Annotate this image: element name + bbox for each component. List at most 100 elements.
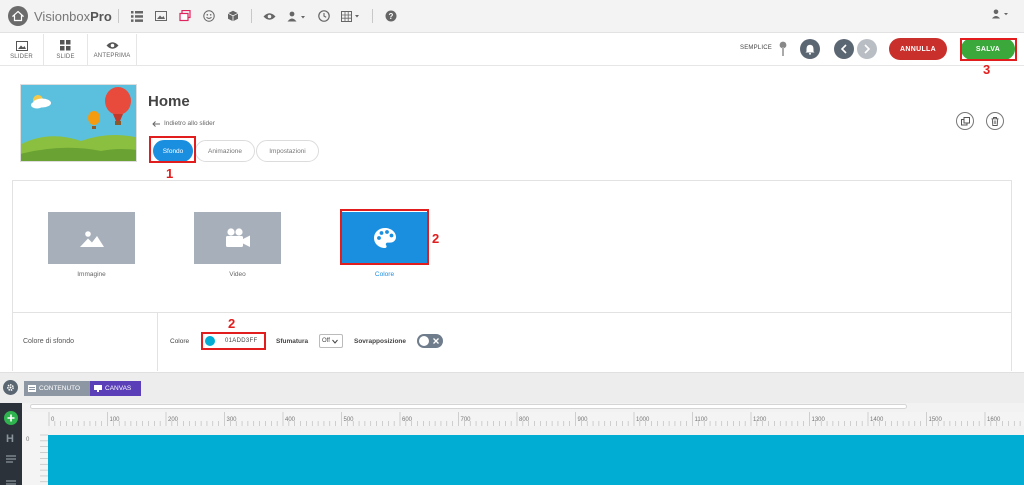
clock-icon[interactable] <box>314 6 334 26</box>
gear-icon <box>7 384 14 391</box>
ruler-label: 600 <box>402 417 413 423</box>
ruler-label: 1100 <box>695 417 709 423</box>
toolbar-preview-label: ANTEPRIMA <box>93 53 131 59</box>
chevron-right-icon <box>864 44 871 54</box>
highlight-color-field <box>201 332 266 350</box>
add-layer-button[interactable] <box>4 411 18 425</box>
delete-button[interactable] <box>986 112 1004 130</box>
ruler-label: 900 <box>578 417 589 423</box>
close-icon <box>433 338 439 344</box>
cancel-button[interactable]: ANNULLA <box>889 38 947 60</box>
gradient-select[interactable]: Off <box>319 334 343 348</box>
step-1-marker: 1 <box>166 166 174 181</box>
color-label: Colore <box>170 338 190 345</box>
tab-settings[interactable]: Impostazioni <box>256 140 319 162</box>
toolbar-slider-label: SLIDER <box>10 53 33 60</box>
grid-icon[interactable] <box>338 6 364 26</box>
text-layer-icon[interactable] <box>6 455 16 464</box>
background-panel <box>12 180 1012 371</box>
slide-thumbnail[interactable] <box>20 84 137 162</box>
ruler-label: 300 <box>227 417 238 423</box>
mode-label: SEMPLICE <box>740 45 772 51</box>
ruler-label: 400 <box>285 417 296 423</box>
toolbar-slide-label: SLIDE <box>56 54 75 60</box>
toolbar-preview-button[interactable]: ANTEPRIMA <box>88 34 137 66</box>
copy-icon <box>960 116 970 125</box>
plus-icon <box>7 414 15 422</box>
highlight-color-option <box>340 209 429 265</box>
bell-icon <box>805 44 815 55</box>
next-button[interactable] <box>857 39 877 59</box>
row-divider <box>157 313 158 371</box>
step-2b-marker: 2 <box>228 316 236 331</box>
user-menu[interactable] <box>992 9 1010 19</box>
eye-icon[interactable] <box>260 6 280 26</box>
help-icon[interactable]: ? <box>381 6 401 26</box>
duplicate-button[interactable] <box>956 112 974 130</box>
user-group-icon[interactable] <box>284 6 310 26</box>
ruler-label: 1000 <box>636 417 650 423</box>
editor-settings-button[interactable] <box>3 380 18 395</box>
grid-icon <box>60 40 71 51</box>
layers-icon[interactable] <box>175 6 195 26</box>
list-icon[interactable] <box>127 6 147 26</box>
more-layers-icon[interactable] <box>6 480 16 485</box>
horizontal-scrollbar[interactable] <box>30 404 907 409</box>
toolbar-divider <box>250 9 252 23</box>
image-icon <box>15 40 28 51</box>
ruler-label: 100 <box>110 417 121 423</box>
toolbar-divider <box>371 9 373 23</box>
trash-icon <box>991 116 999 126</box>
highlight-save <box>960 38 1017 61</box>
ruler-label: 1400 <box>870 417 884 423</box>
ruler-label: 800 <box>519 417 530 423</box>
slide-canvas[interactable] <box>48 435 1024 485</box>
user-icon <box>992 9 1008 19</box>
tab-canvas[interactable]: CANVAS <box>90 381 141 396</box>
overlay-toggle[interactable] <box>417 334 443 348</box>
page-title: Home <box>148 93 190 110</box>
ruler-label: 1600 <box>987 417 1001 423</box>
tab-animation[interactable]: Animazione <box>195 140 255 162</box>
notifications-button[interactable] <box>800 39 820 59</box>
toolbar-slide-button[interactable]: SLIDE <box>44 34 88 66</box>
back-to-slider-link[interactable]: Indietro allo slider <box>152 120 215 127</box>
step-2a-marker: 2 <box>432 231 440 246</box>
app-logo[interactable]: VisionboxPro <box>8 6 112 26</box>
cube-icon[interactable] <box>223 6 243 26</box>
tab-content[interactable]: CONTENUTO <box>24 381 90 396</box>
option-color-label: Colore <box>374 271 395 278</box>
chevron-down-icon <box>332 339 338 344</box>
arrow-left-icon <box>152 120 160 127</box>
background-color-row-label: Colore di sfondo <box>23 338 74 345</box>
eye-icon <box>106 42 118 49</box>
option-image-label: Immagine <box>77 271 106 278</box>
layer-rail: H <box>0 403 22 485</box>
step-3-marker: 3 <box>983 62 991 77</box>
house-icon <box>8 6 28 26</box>
ruler-label: 1300 <box>812 417 826 423</box>
option-image[interactable] <box>48 212 135 264</box>
content-icon <box>28 385 36 392</box>
previous-button[interactable] <box>834 39 854 59</box>
smiley-icon[interactable] <box>199 6 219 26</box>
option-video[interactable] <box>194 212 281 264</box>
ruler-label: 500 <box>344 417 355 423</box>
image-icon <box>79 230 104 247</box>
chevron-left-icon <box>840 44 847 54</box>
image-icon[interactable] <box>151 6 171 26</box>
overlay-label: Sovrapposizione <box>354 338 407 345</box>
heading-layer-button[interactable]: H <box>6 433 14 445</box>
panel-divider <box>12 312 1012 313</box>
canvas-icon <box>94 385 102 392</box>
vertical-ruler: 0 <box>22 426 48 485</box>
gradient-label: Sfumatura <box>276 338 309 345</box>
top-bar: VisionboxPro ? <box>0 0 1024 33</box>
svg-text:?: ? <box>388 12 393 21</box>
mode-toggle-icon[interactable] <box>779 41 787 62</box>
ruler-label: 200 <box>168 417 179 423</box>
horizontal-ruler: 0 100 200 300 400 500 600 700 800 900 1000 1100 1200… <box>22 412 1024 426</box>
toolbar-slider-button[interactable]: SLIDER <box>0 34 44 66</box>
app-name: VisionboxPro <box>34 8 112 24</box>
video-camera-icon <box>225 228 250 247</box>
